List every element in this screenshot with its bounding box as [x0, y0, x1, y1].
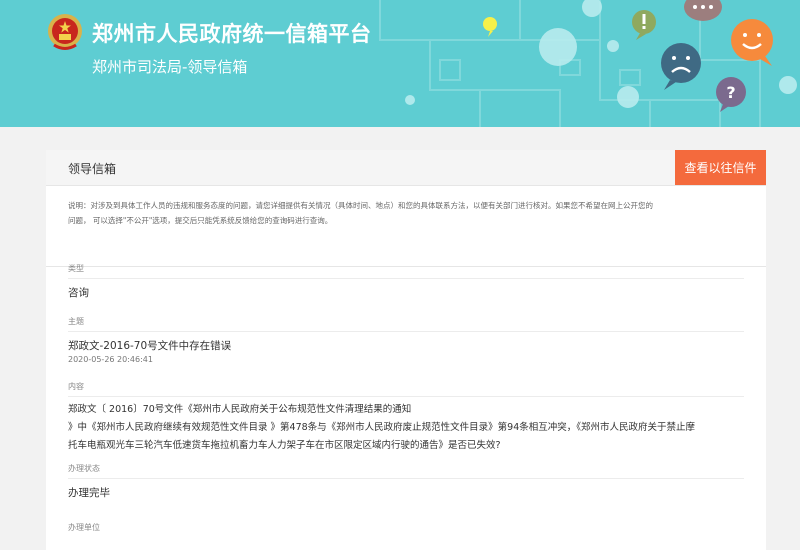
divider — [68, 396, 744, 397]
divider — [68, 278, 744, 279]
type-value: 咨询 — [68, 287, 89, 299]
type-label: 类型 — [68, 264, 84, 273]
letter-panel: 领导信箱 查看以往信件 说明：对涉及到具体工作人员的违规和服务态度的问题，请您详… — [46, 150, 766, 550]
content-line: 》中《郑州市人民政府继续有效规范性文件目录 》第478条与《郑州市人民政府废止规… — [68, 422, 695, 433]
content-label: 内容 — [68, 382, 84, 391]
sad-bubble-icon — [661, 43, 701, 90]
smile-bubble-icon — [731, 19, 773, 66]
notice-line: 问题， 可以选择"不公开"选项，提交后只能凭系统反馈给您的查询码进行查询。 — [68, 216, 333, 225]
field-type: 类型 咨询 — [68, 263, 744, 300]
field-subject: 主题 郑政文-2016-70号文件中存在错误 2020-05-26 20:46:… — [68, 316, 744, 364]
divider — [68, 478, 744, 479]
subject-value: 郑政文-2016-70号文件中存在错误 — [68, 340, 232, 352]
exclamation-bubble-icon — [632, 10, 656, 40]
panel-title: 领导信箱 — [68, 162, 117, 176]
content-line: 托车电瓶观光车三轮汽车低速货车拖拉机畜力车人力架子车在市区限定区域内行驶的通告》… — [68, 440, 501, 451]
content-line: 郑政文〔 2016〕70号文件《郑州市人民政府关于公布规范性文件清理结果的通知 — [68, 404, 412, 415]
submit-date: 2020-05-26 20:46:41 — [68, 355, 153, 364]
notice-line: 说明：对涉及到具体工作人员的违规和服务态度的问题，请您详细提供有关情况（具体时间… — [68, 201, 653, 210]
field-content: 内容 郑政文〔 2016〕70号文件《郑州市人民政府关于公布规范性文件清理结果的… — [68, 381, 744, 455]
field-status: 办理状态 办理完毕 — [68, 463, 744, 500]
divider — [68, 331, 744, 332]
site-title: 郑州市人民政府统一信箱平台 — [92, 22, 372, 46]
view-history-button[interactable]: 查看以往信件 — [675, 150, 766, 185]
status-value: 办理完毕 — [68, 487, 110, 499]
header-banner: ? 郑州市人民政府统一信箱平台 郑州市司法局-领导信箱 — [0, 0, 800, 127]
notice-text: 说明：对涉及到具体工作人员的违规和服务态度的问题，请您详细提供有关情况（具体时间… — [46, 186, 766, 267]
status-label: 办理状态 — [68, 464, 100, 473]
ellipsis-bubble-icon — [684, 0, 722, 21]
svg-text:?: ? — [726, 83, 735, 102]
field-unit: 办理单位 — [68, 522, 744, 534]
subject-label: 主题 — [68, 317, 84, 326]
content-body: 郑政文〔 2016〕70号文件《郑州市人民政府关于公布规范性文件清理结果的通知 … — [68, 401, 744, 455]
site-subtitle: 郑州市司法局-领导信箱 — [92, 58, 248, 76]
unit-label: 办理单位 — [68, 523, 100, 532]
panel-header: 领导信箱 查看以往信件 — [46, 150, 766, 186]
national-emblem-icon — [48, 14, 82, 50]
yellow-bubble-icon — [483, 17, 497, 37]
